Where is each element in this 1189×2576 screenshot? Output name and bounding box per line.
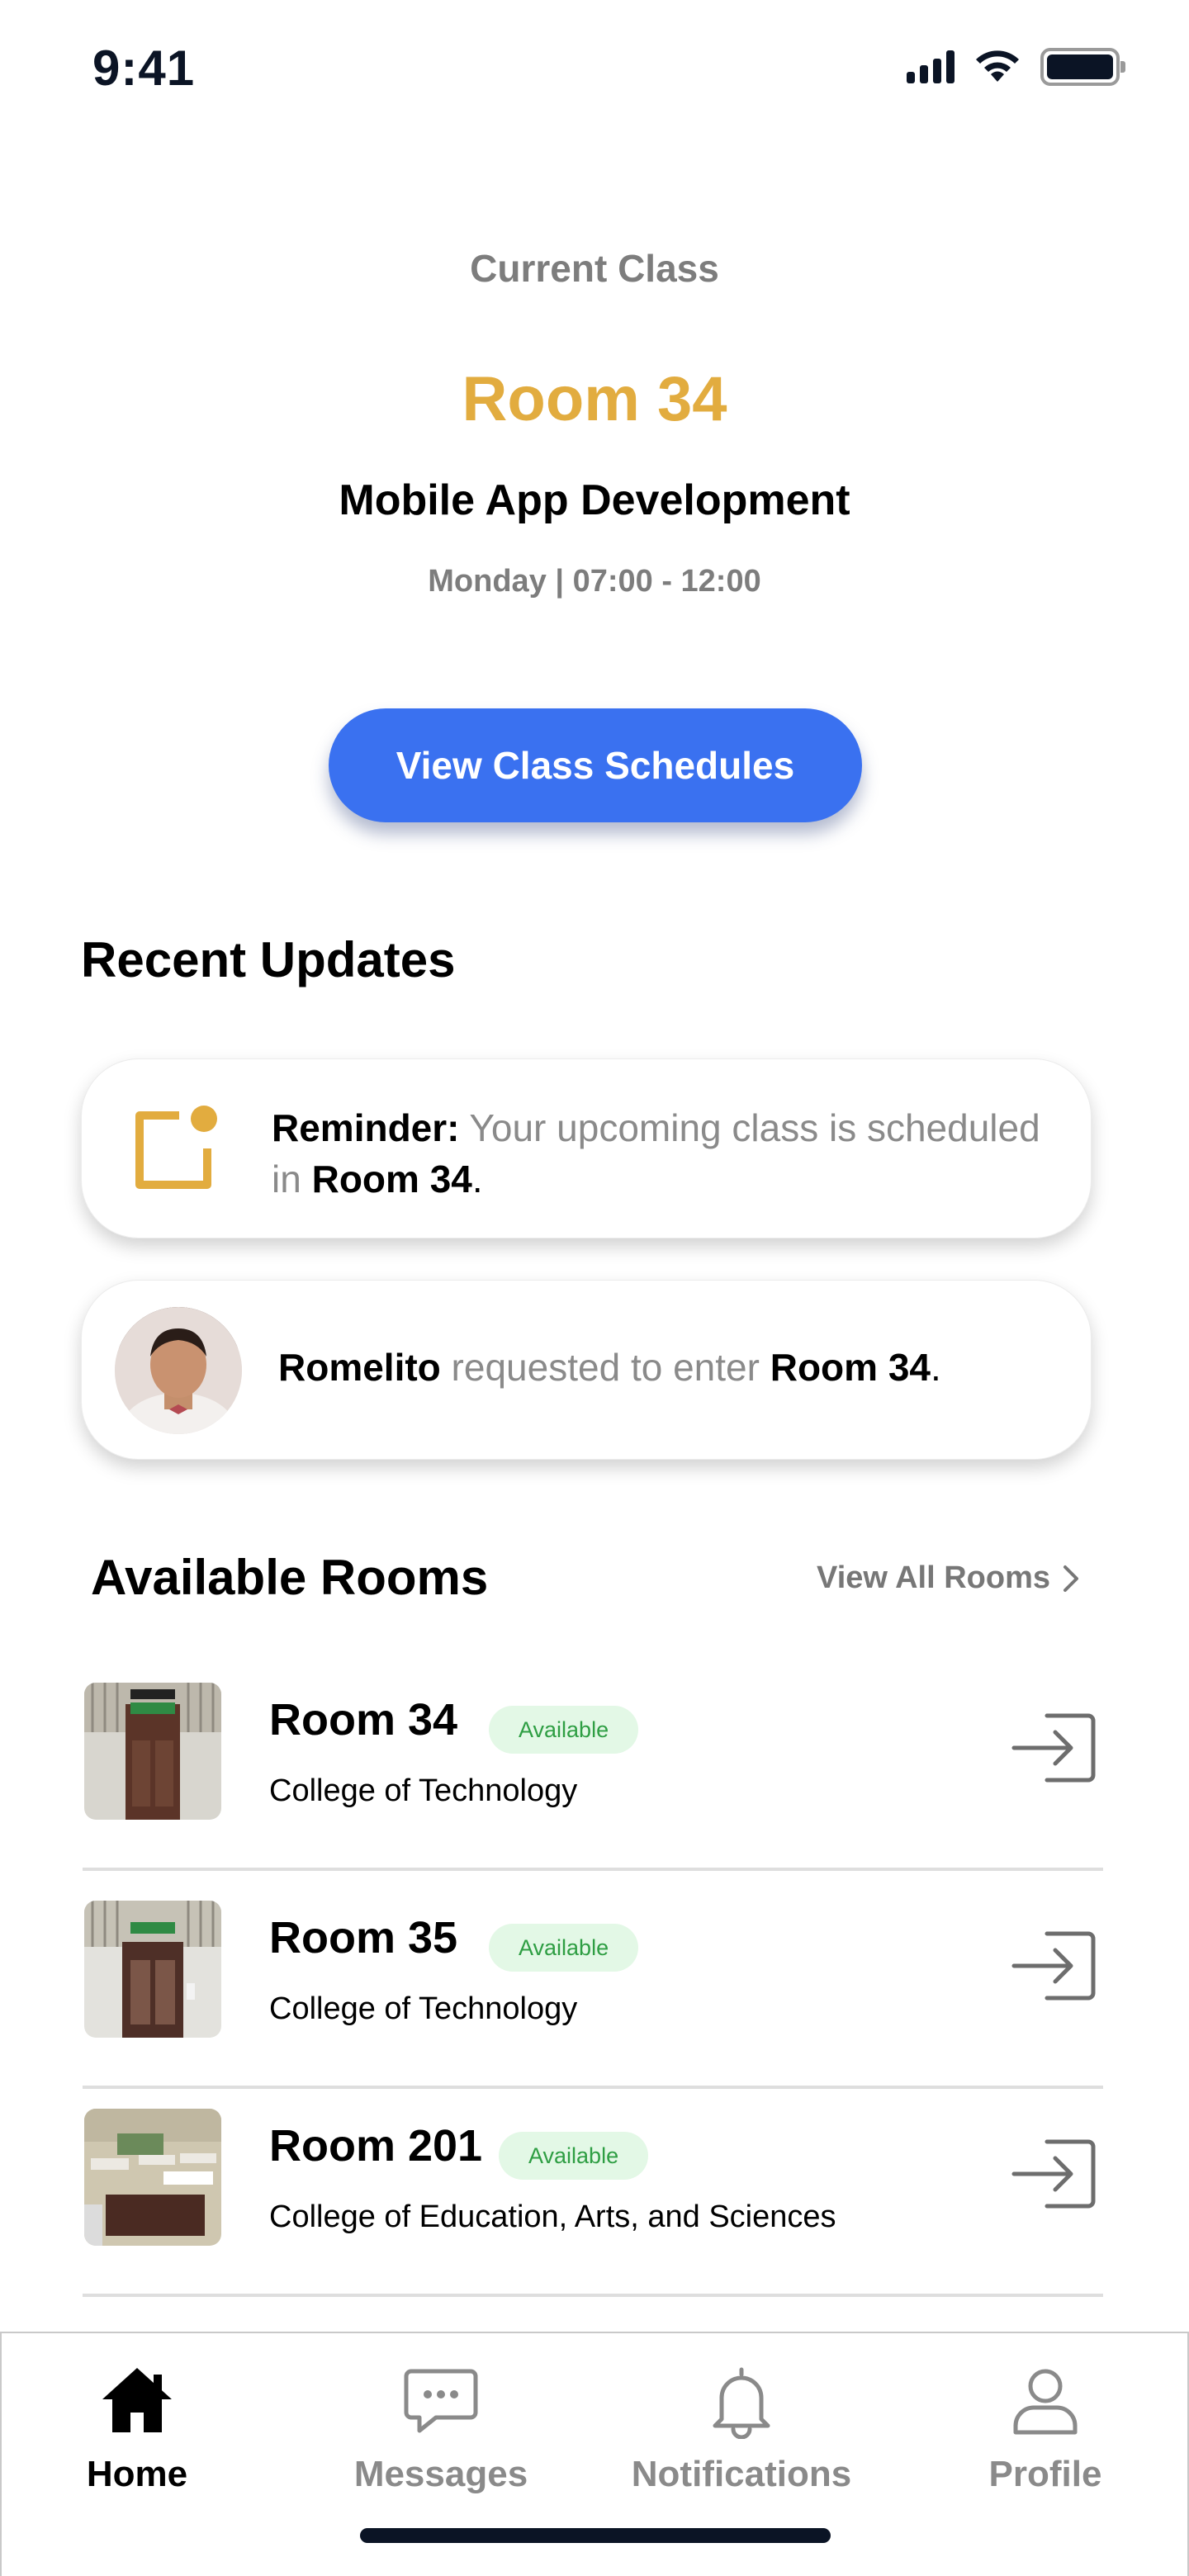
home-indicator [360,2528,831,2543]
available-rooms-title: Available Rooms [91,1550,489,1605]
chevron-right-icon[interactable] [1054,1562,1087,1595]
home-icon [102,2368,172,2432]
nav-label-messages: Messages [353,2454,528,2494]
current-class-label: Current Class [470,247,719,290]
room-name: Room 35 [269,1913,458,1963]
room-name: Room 201 [269,2121,483,2171]
status-time: 9:41 [92,40,196,96]
current-class-schedule: Monday | 07:00 - 12:00 [428,564,761,599]
cellular-signal-icon [907,50,955,83]
room-college: College of Education, Arts, and Sciences [269,2200,836,2234]
nav-label-notifications: Notifications [631,2454,852,2494]
view-class-schedules-button[interactable]: View Class Schedules [329,708,862,822]
user-icon [1013,2369,1078,2435]
nav-item-home[interactable]: Home [5,2363,269,2495]
room-list-item[interactable]: Room 201 Available College of Education,… [83,2081,1103,2297]
current-class-course: Mobile App Development [339,476,850,524]
enter-room-icon[interactable] [1011,1929,1097,2003]
room-request-update-card[interactable]: Romelito requested to enter Room 34. [81,1280,1092,1460]
room-list-item[interactable]: Room 34 Available College of Technology [83,1655,1103,1871]
nav-item-profile[interactable]: Profile [913,2363,1177,2495]
enter-room-icon[interactable] [1011,2137,1097,2211]
current-class-room: Room 34 [462,364,727,434]
status-icons [907,48,1125,86]
status-bar: 9:41 [0,0,1189,140]
status-badge: Available [489,1924,639,1972]
room-college: College of Technology [269,1991,578,2026]
avatar [115,1307,242,1434]
reminder-text: Reminder: Your upcoming class is schedul… [272,1106,1040,1200]
chat-icon [404,2369,478,2433]
room-request-text: Romelito requested to enter Room 34. [278,1346,941,1389]
recent-updates-title: Recent Updates [81,932,456,987]
bell-icon [713,2367,770,2439]
wifi-icon [976,50,1019,82]
room-thumbnail [84,1683,221,1820]
room-list-item[interactable]: Room 35 Available College of Technology [83,1873,1103,2089]
status-badge: Available [489,1706,639,1754]
reminder-icon [135,1106,217,1189]
nav-label-home: Home [86,2454,188,2494]
room-thumbnail [84,1901,221,2038]
nav-label-profile: Profile [988,2454,1102,2494]
nav-item-messages[interactable]: Messages [309,2363,573,2495]
room-college: College of Technology [269,1773,578,1808]
reminder-update-card[interactable]: Reminder: Your upcoming class is schedul… [81,1058,1092,1238]
room-name: Room 34 [269,1695,458,1745]
battery-icon [1040,48,1125,86]
status-badge: Available [499,2132,649,2180]
enter-room-icon[interactable] [1011,1711,1097,1785]
nav-item-notifications[interactable]: Notifications [609,2363,874,2495]
room-thumbnail [84,2109,221,2246]
view-all-rooms-link[interactable]: View All Rooms [817,1560,1050,1596]
